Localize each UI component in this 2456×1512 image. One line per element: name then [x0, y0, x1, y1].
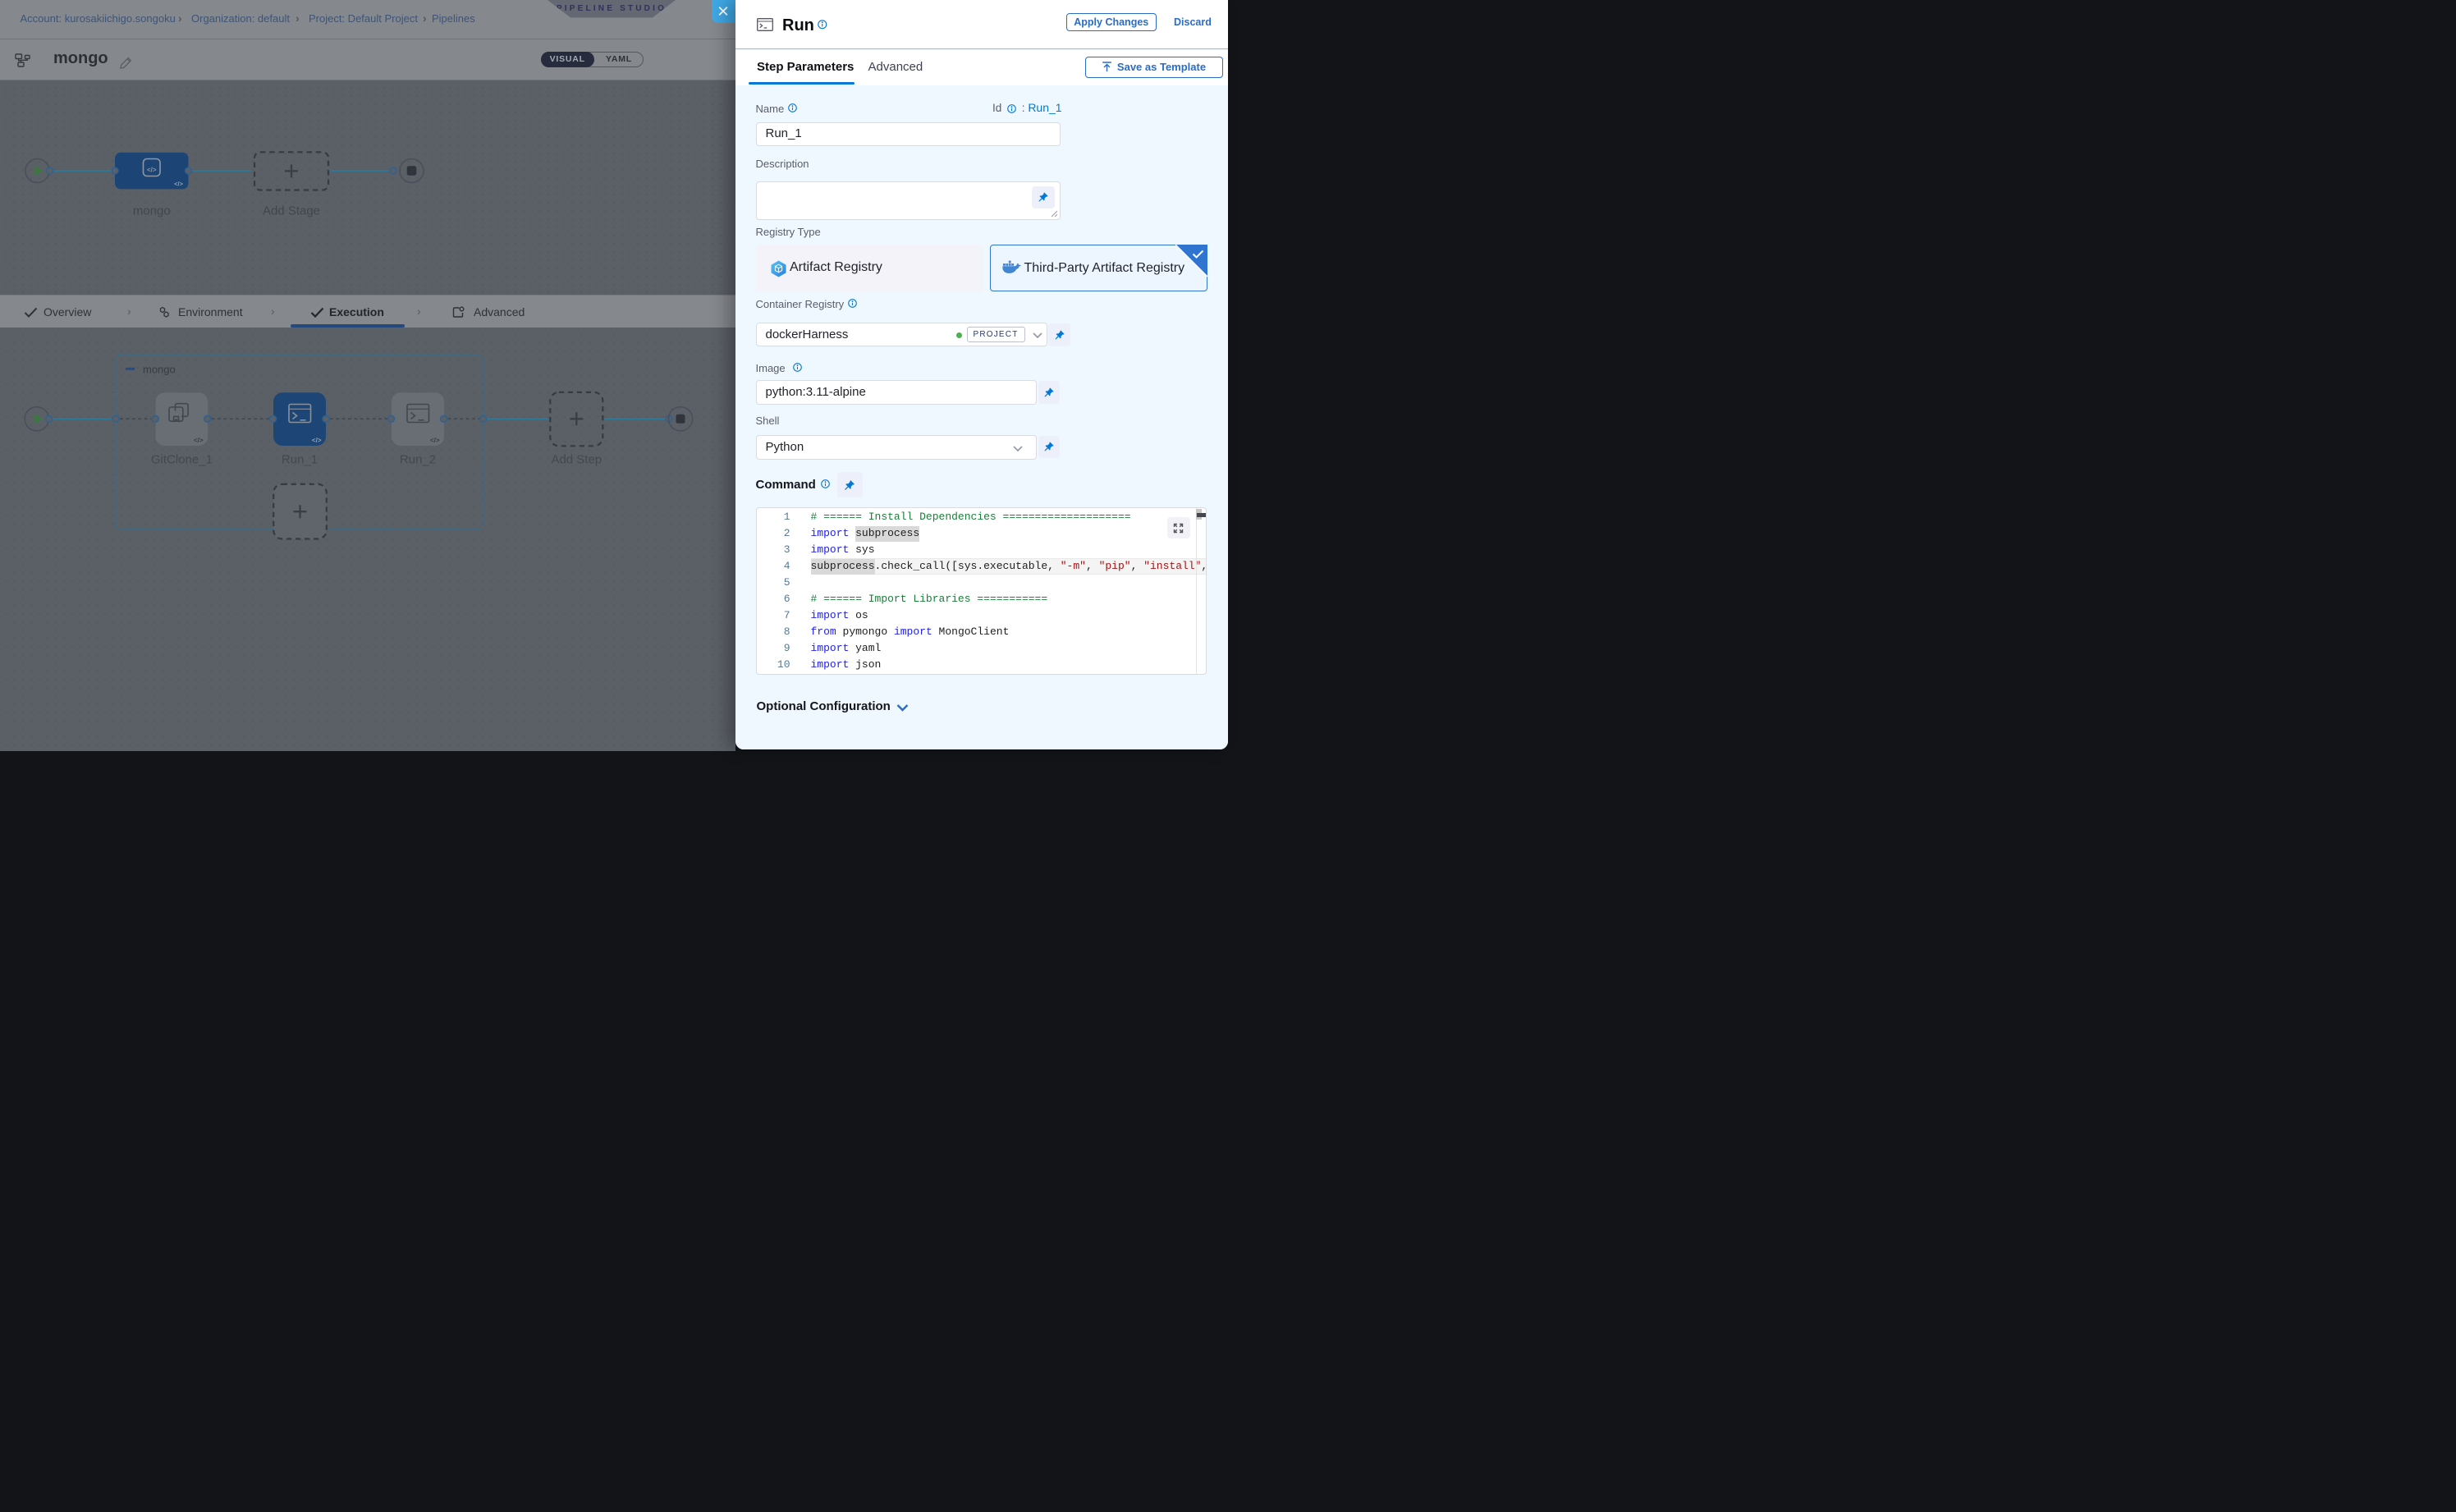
svg-text:</>: </>: [312, 437, 322, 444]
svg-text:</>: </>: [147, 167, 157, 174]
svg-text:</>: </>: [430, 437, 440, 444]
svg-text:</>: </>: [194, 437, 204, 444]
svg-text:GitClone_1: GitClone_1: [151, 453, 213, 467]
svg-text:Run_1: Run_1: [282, 453, 318, 467]
svg-text:</>: </>: [174, 181, 183, 188]
svg-text:Add Stage: Add Stage: [263, 204, 320, 218]
svg-text:mongo: mongo: [143, 364, 176, 376]
svg-text:Add Step: Add Step: [551, 453, 602, 467]
svg-text:Run_2: Run_2: [400, 453, 436, 467]
svg-text:mongo: mongo: [133, 204, 171, 218]
